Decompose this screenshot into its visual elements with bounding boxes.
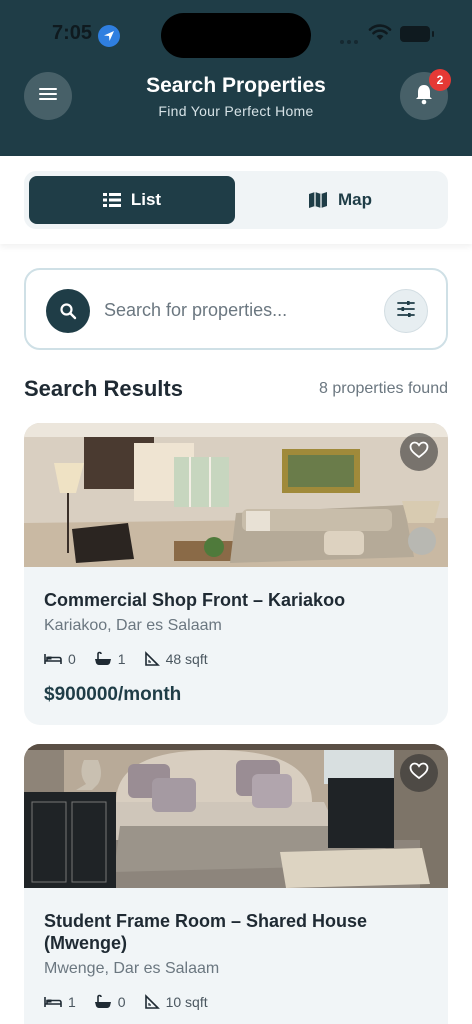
results-count: 8 properties found xyxy=(319,380,448,397)
bathrooms-stat: 0 xyxy=(94,994,126,1010)
bathrooms-value: 1 xyxy=(117,651,126,667)
notifications-button[interactable]: 2 xyxy=(400,69,451,120)
signal-icon xyxy=(340,31,361,49)
bedrooms-value: 0 xyxy=(68,651,76,667)
notification-badge: 2 xyxy=(429,69,451,91)
property-photo xyxy=(24,423,448,567)
bedrooms-stat: 0 xyxy=(44,651,76,667)
map-view-button[interactable]: Map xyxy=(237,176,443,224)
area-value: 10 sqft xyxy=(165,994,208,1010)
area-icon xyxy=(144,651,160,666)
map-icon xyxy=(308,191,328,209)
heart-icon xyxy=(409,762,429,785)
area-stat: 48 sqft xyxy=(144,651,208,667)
property-photo xyxy=(24,744,448,888)
bed-icon xyxy=(44,654,62,664)
bathrooms-value: 0 xyxy=(117,994,126,1010)
search-bar xyxy=(24,268,448,350)
property-card[interactable]: Student Frame Room – Shared House (Mweng… xyxy=(24,744,448,1024)
property-location: Kariakoo, Dar es Salaam xyxy=(44,617,222,634)
area-icon xyxy=(144,994,160,1009)
bed-icon xyxy=(44,997,62,1007)
bedrooms-stat: 1 xyxy=(44,994,76,1010)
favorite-button[interactable] xyxy=(400,754,438,792)
search-icon[interactable] xyxy=(46,289,90,333)
bath-icon xyxy=(94,994,111,1008)
list-icon xyxy=(102,192,121,208)
property-title: Commercial Shop Front – Kariakoo xyxy=(44,590,346,610)
view-toggle-bar: List Map xyxy=(0,156,472,244)
search-input[interactable] xyxy=(104,294,374,326)
favorite-button[interactable] xyxy=(400,433,438,471)
filter-button[interactable] xyxy=(384,289,428,333)
property-card[interactable]: Commercial Shop Front – Kariakoo Kariako… xyxy=(24,423,448,725)
bathrooms-stat: 1 xyxy=(94,651,126,667)
wifi-icon xyxy=(368,24,392,47)
results-title: Search Results xyxy=(24,376,183,401)
bath-icon xyxy=(94,651,111,665)
area-stat: 10 sqft xyxy=(144,994,208,1010)
property-title: Student Frame Room – Shared House (Mweng… xyxy=(44,911,368,953)
heart-icon xyxy=(409,441,429,464)
location-arrow-icon xyxy=(98,25,120,47)
bedrooms-value: 1 xyxy=(68,994,76,1010)
battery-icon xyxy=(400,26,434,42)
filter-icon xyxy=(396,300,416,323)
view-toggle: List Map xyxy=(24,171,448,229)
property-price: $900000/month xyxy=(44,684,182,705)
property-stats: 1 0 10 sqft xyxy=(44,994,226,1010)
list-view-label: List xyxy=(130,190,162,209)
area-value: 48 sqft xyxy=(165,651,208,667)
dynamic-island xyxy=(161,13,311,58)
property-location: Mwenge, Dar es Salaam xyxy=(44,960,220,977)
property-stats: 0 1 48 sqft xyxy=(44,651,226,667)
status-time: 7:05 xyxy=(52,22,93,44)
list-view-button[interactable]: List xyxy=(29,176,235,224)
app-header: 7:05 Search Properties Find Your Perfect… xyxy=(0,0,472,156)
map-view-label: Map xyxy=(338,190,372,209)
